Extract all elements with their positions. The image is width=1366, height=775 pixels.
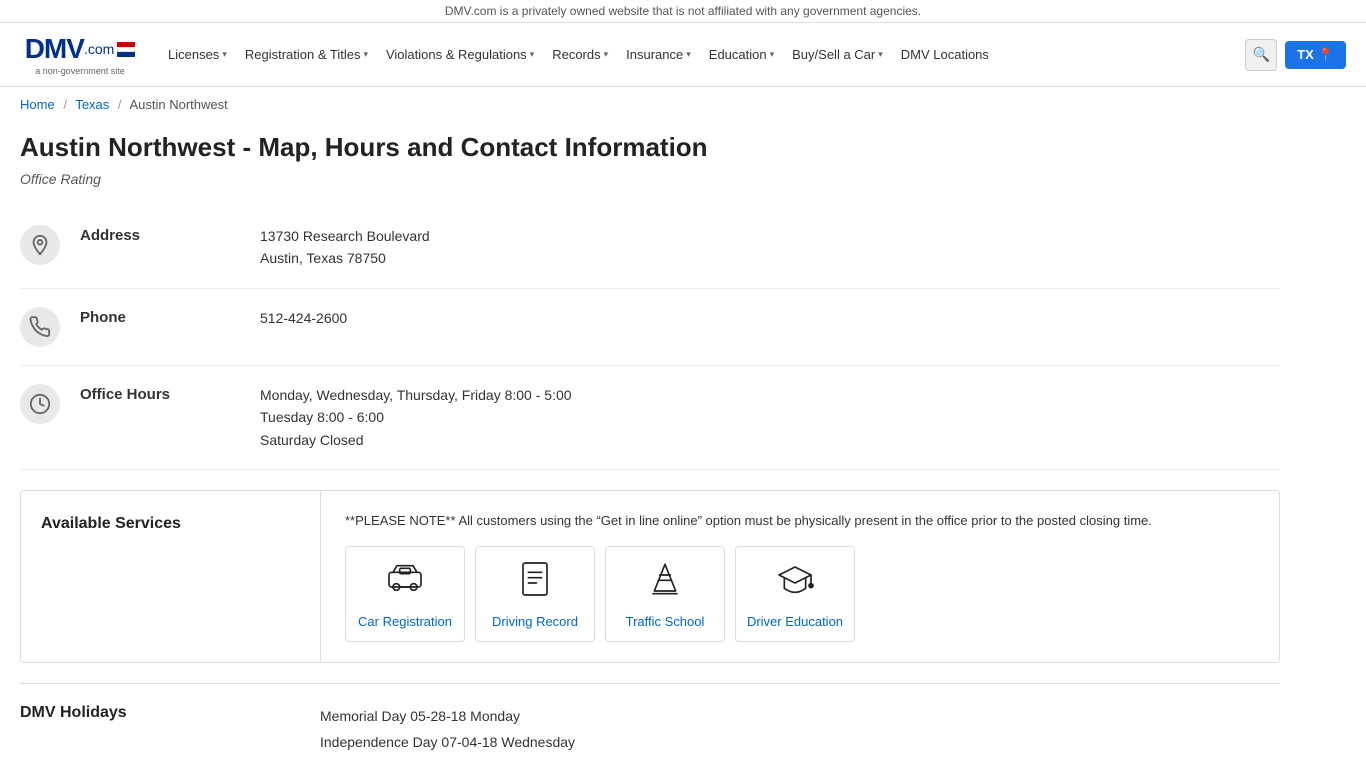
service-driver-education[interactable]: Driver Education (735, 546, 855, 642)
driver-education-link[interactable]: Driver Education (747, 614, 843, 629)
car-reg-icon (385, 559, 425, 604)
services-grid: Car Registration Driving Recor (345, 546, 1255, 642)
address-row: Address 13730 Research Boulevard Austin,… (20, 207, 1280, 289)
driving-record-link[interactable]: Driving Record (492, 614, 578, 629)
breadcrumb: Home / Texas / Austin Northwest (0, 87, 1366, 122)
search-button[interactable]: 🔍 (1245, 39, 1277, 71)
holidays-heading: DMV Holidays (20, 704, 300, 722)
phone-value: 512-424-2600 (260, 307, 347, 329)
main-content: Austin Northwest - Map, Hours and Contac… (0, 122, 1300, 775)
address-label: Address (80, 225, 240, 244)
nav-registration[interactable]: Registration & Titles ▾ (237, 39, 376, 70)
services-left: Available Services (21, 491, 321, 663)
services-heading: Available Services (41, 515, 300, 533)
holiday-1: Memorial Day 05-28-18 Monday (320, 704, 575, 729)
service-traffic-school[interactable]: Traffic School (605, 546, 725, 642)
holidays-inner: DMV Holidays Memorial Day 05-28-18 Monda… (20, 683, 1280, 754)
services-box: Available Services **PLEASE NOTE** All c… (20, 490, 1280, 664)
nav-insurance[interactable]: Insurance ▾ (618, 39, 699, 70)
logo-com-text: .com (84, 41, 114, 57)
nav-records[interactable]: Records ▾ (544, 39, 616, 70)
holidays-box: DMV Holidays Memorial Day 05-28-18 Monda… (20, 683, 1280, 754)
cone-icon (645, 559, 685, 604)
nav-buysell[interactable]: Buy/Sell a Car ▾ (784, 39, 891, 70)
phone-row: Phone 512-424-2600 (20, 289, 1280, 366)
nav-violations[interactable]: Violations & Regulations ▾ (378, 39, 542, 70)
hours-label: Office Hours (80, 384, 240, 403)
phone-label: Phone (80, 307, 240, 326)
office-rating-label: Office Rating (20, 171, 1280, 187)
hours-row: Office Hours Monday, Wednesday, Thursday… (20, 366, 1280, 470)
location-icon: 📍 (1318, 47, 1334, 63)
nav-actions: 🔍 TX 📍 (1245, 39, 1346, 71)
holidays-left: DMV Holidays (20, 704, 320, 754)
main-nav: DMV .com a non-government site Licenses … (0, 23, 1366, 87)
nav-licenses[interactable]: Licenses ▾ (160, 39, 235, 70)
breadcrumb-home[interactable]: Home (20, 97, 55, 112)
breadcrumb-texas[interactable]: Texas (75, 97, 109, 112)
state-button[interactable]: TX 📍 (1285, 41, 1346, 69)
car-registration-link[interactable]: Car Registration (358, 614, 452, 629)
holiday-2: Independence Day 07-04-18 Wednesday (320, 730, 575, 755)
logo-sub: a non-government site (35, 66, 125, 76)
doc-icon (515, 559, 555, 604)
breadcrumb-current: Austin Northwest (129, 97, 227, 112)
phone-icon (20, 307, 60, 347)
address-icon (20, 225, 60, 265)
service-driving-record[interactable]: Driving Record (475, 546, 595, 642)
page-title: Austin Northwest - Map, Hours and Contac… (20, 132, 1280, 163)
grad-icon (775, 559, 815, 604)
clock-icon (20, 384, 60, 424)
holidays-right: Memorial Day 05-28-18 Monday Independenc… (320, 704, 575, 754)
top-notice: DMV.com is a privately owned website tha… (0, 0, 1366, 23)
services-note: **PLEASE NOTE** All customers using the … (345, 511, 1255, 531)
logo-dmv-text: DMV (25, 33, 84, 65)
address-value: 13730 Research Boulevard Austin, Texas 7… (260, 225, 430, 270)
traffic-school-link[interactable]: Traffic School (626, 614, 705, 629)
hours-value: Monday, Wednesday, Thursday, Friday 8:00… (260, 384, 572, 451)
service-car-registration[interactable]: Car Registration (345, 546, 465, 642)
logo[interactable]: DMV .com a non-government site (20, 33, 140, 76)
state-label: TX (1297, 47, 1314, 62)
nav-education[interactable]: Education ▾ (701, 39, 782, 70)
services-inner: Available Services **PLEASE NOTE** All c… (21, 491, 1279, 663)
nav-locations[interactable]: DMV Locations (893, 39, 997, 70)
services-right: **PLEASE NOTE** All customers using the … (321, 491, 1279, 663)
nav-links: Licenses ▾ Registration & Titles ▾ Viola… (160, 39, 1237, 70)
